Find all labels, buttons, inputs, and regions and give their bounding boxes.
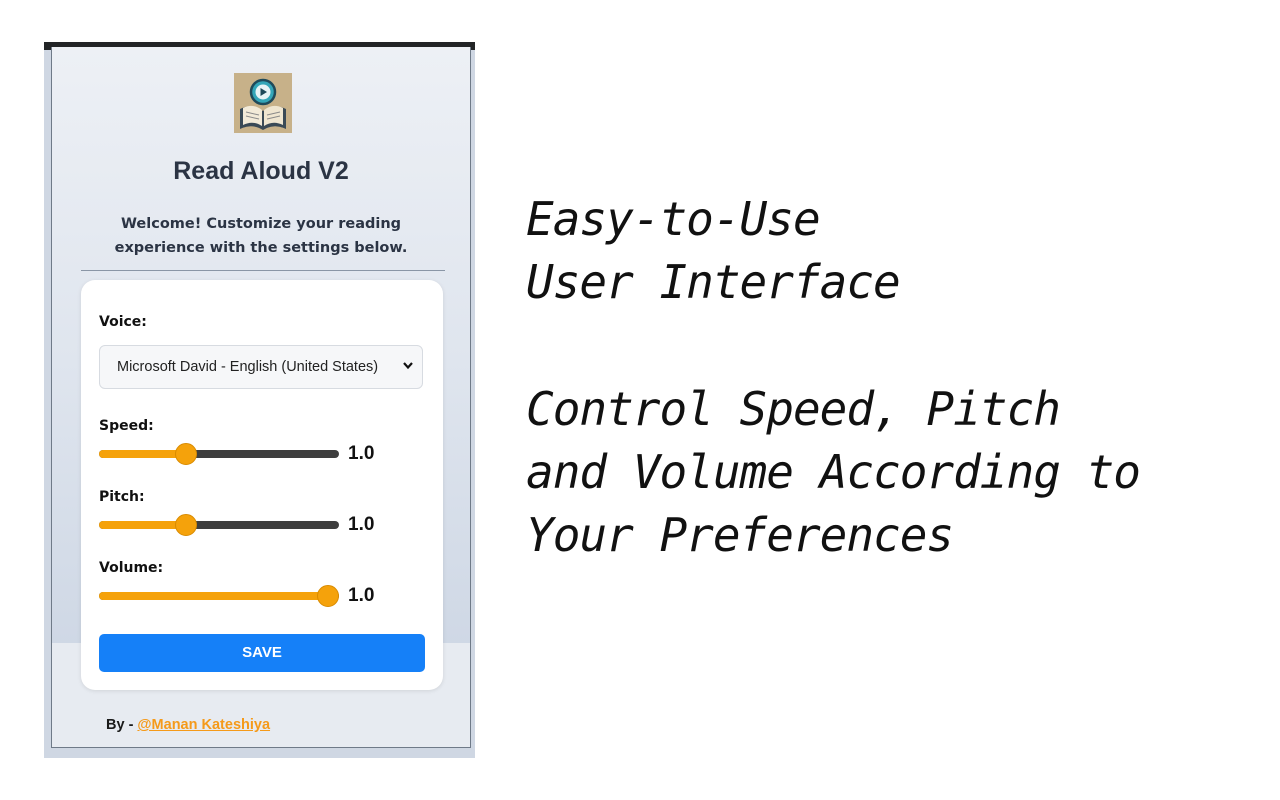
volume-label: Volume: — [99, 560, 164, 576]
footer-prefix: By - — [106, 717, 138, 733]
welcome-message: Welcome! Customize your reading experien… — [114, 216, 408, 256]
popup-screenshot-frame: Read Aloud V2 Welcome! Customize your re… — [44, 42, 475, 758]
slider-thumb[interactable] — [175, 443, 198, 465]
header-divider — [81, 270, 445, 271]
author-link[interactable]: @Manan Kateshiya — [137, 717, 270, 733]
speed-value: 1.0 — [348, 443, 375, 464]
voice-select-value: Microsoft David - English (United States… — [117, 359, 379, 375]
slider-thumb[interactable] — [317, 585, 339, 607]
pitch-value: 1.0 — [348, 514, 375, 535]
voice-label: Voice: — [99, 314, 147, 330]
footer-credit: By - @Manan Kateshiya — [106, 717, 270, 733]
voice-select[interactable]: Microsoft David - English (United States… — [99, 345, 423, 389]
slider-fill — [99, 592, 328, 600]
extension-popup: Read Aloud V2 Welcome! Customize your re… — [51, 47, 471, 748]
feature-line: User Interface — [526, 255, 901, 309]
app-title: Read Aloud V2 — [173, 157, 349, 185]
feature-line: Control Speed, Pitch — [526, 382, 1061, 436]
pitch-slider[interactable] — [99, 514, 339, 536]
save-button[interactable]: SAVE — [99, 634, 425, 672]
volume-value: 1.0 — [348, 585, 375, 606]
feature-line: Easy-to-Use — [526, 192, 821, 246]
chevron-down-icon — [397, 359, 419, 373]
pitch-label: Pitch: — [99, 489, 145, 505]
speed-slider[interactable] — [99, 443, 339, 465]
feature-heading-controls: Control Speed, Pitch and Volume Accordin… — [526, 378, 1266, 567]
slider-fill — [99, 521, 187, 529]
volume-slider[interactable] — [99, 585, 339, 607]
feature-heading-ui: Easy-to-Use User Interface — [526, 188, 1266, 314]
slider-thumb[interactable] — [175, 514, 198, 536]
slider-fill — [99, 450, 187, 458]
feature-line: and Volume According to — [526, 445, 1141, 499]
settings-card: Voice: Microsoft David - English (United… — [81, 280, 443, 690]
speed-label: Speed: — [99, 418, 154, 434]
book-play-icon — [234, 73, 292, 133]
feature-line: Your Preferences — [526, 508, 954, 562]
